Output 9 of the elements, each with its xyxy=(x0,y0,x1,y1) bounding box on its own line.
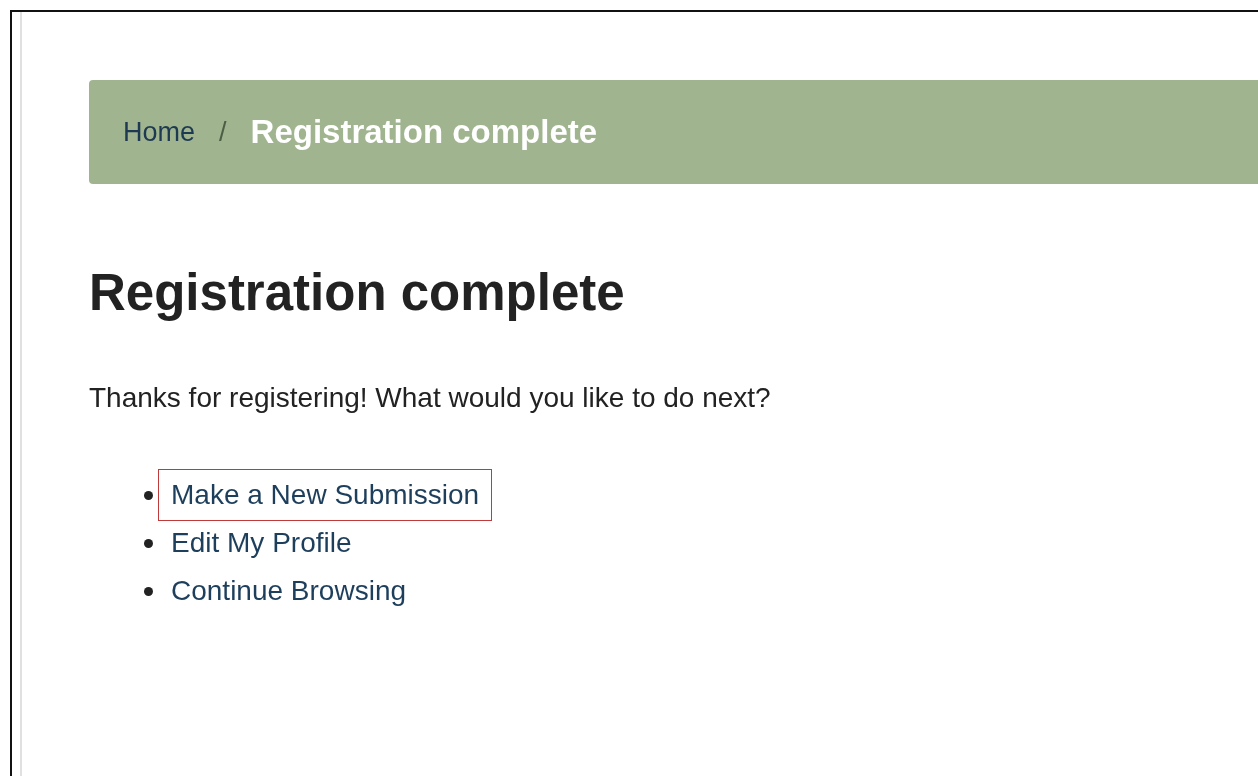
breadcrumb-link[interactable]: Home xyxy=(123,111,196,153)
page-title: Registration complete xyxy=(89,263,626,323)
menu-link[interactable]: Make a New Submission xyxy=(158,469,493,522)
breadcrumb-current: Registration complete xyxy=(250,112,598,153)
bullet-icon xyxy=(144,490,153,500)
breadcrumb-separator: / xyxy=(219,115,227,149)
bullet-icon xyxy=(144,586,153,596)
message-text: Thanks for registering! What would you like to do next? xyxy=(89,381,772,416)
bullet-icon xyxy=(144,538,153,548)
